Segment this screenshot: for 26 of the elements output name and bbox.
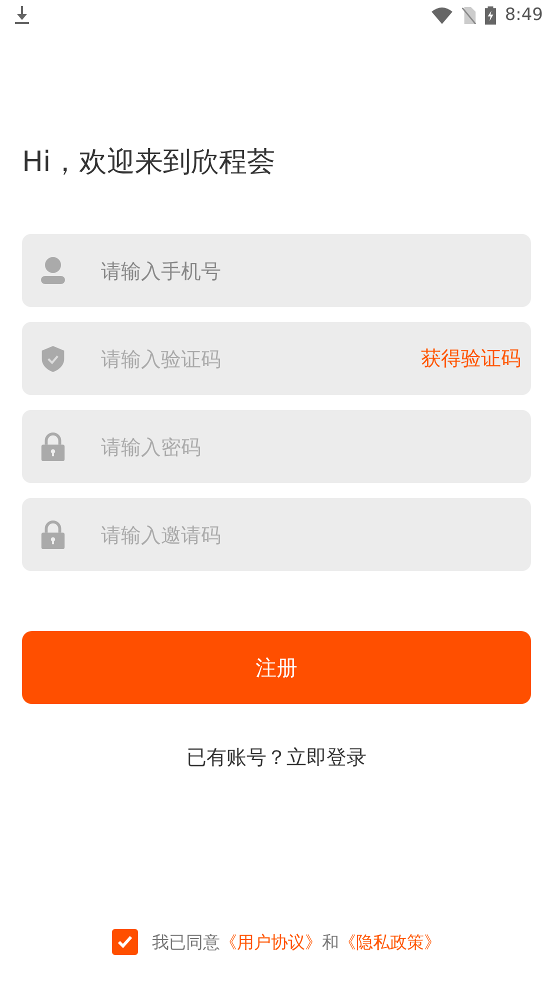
input-field[interactable]: 请输入密码 [22, 410, 531, 483]
battery-icon [484, 6, 496, 24]
user-agreement-link[interactable]: 《用户协议》 [220, 930, 322, 954]
lock-icon [41, 520, 65, 549]
agreement-text: 我已同意 [152, 932, 220, 954]
status-time: 8:49 [504, 5, 543, 25]
download-icon [14, 6, 30, 24]
input-field[interactable]: 请输入验证码 获得验证码 [22, 322, 531, 395]
login-link[interactable]: 已有账号？立即登录 [186, 744, 366, 771]
input-field[interactable]: 请输入邀请码 [22, 498, 531, 571]
no-sim-icon [462, 6, 476, 24]
text-input[interactable]: 请输入验证码 [99, 346, 421, 372]
user-icon [41, 256, 65, 284]
text-input[interactable]: 请输入密码 [99, 434, 521, 460]
input-field[interactable]: 请输入手机号 [22, 234, 531, 307]
agree-checkbox[interactable] [112, 929, 138, 955]
lock-icon [41, 432, 65, 461]
shield-check-icon [41, 346, 65, 372]
and-text: 和 [322, 932, 339, 954]
privacy-policy-link[interactable]: 《隐私政策》 [339, 930, 441, 954]
wifi-icon [430, 6, 453, 24]
welcome-title: Hi，欢迎来到欣程荟 [22, 144, 276, 180]
text-input[interactable]: 请输入邀请码 [99, 522, 521, 548]
register-button[interactable]: 注册 [22, 631, 531, 704]
text-input[interactable]: 请输入手机号 [99, 258, 521, 284]
get-code-button[interactable]: 获得验证码 [421, 345, 521, 372]
